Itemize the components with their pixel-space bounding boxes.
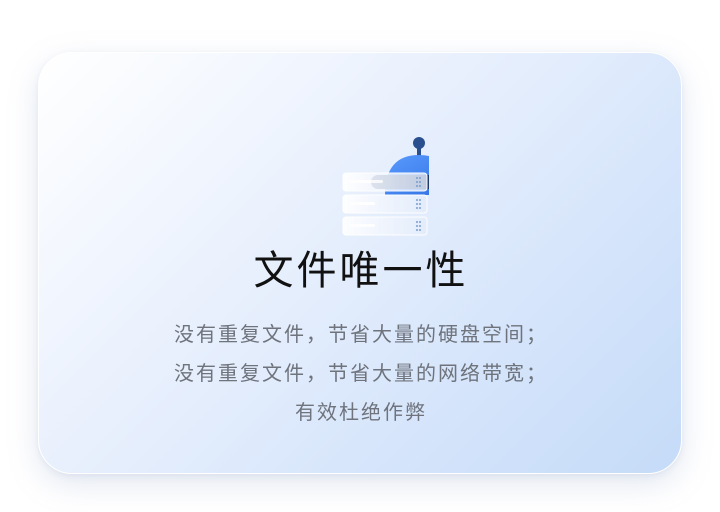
card-description: 没有重复文件，节省大量的硬盘空间； 没有重复文件，节省大量的网络带宽； 有效杜绝… xyxy=(39,315,683,432)
description-line: 没有重复文件，节省大量的网络带宽； xyxy=(174,361,548,385)
card-title: 文件唯一性 xyxy=(253,248,469,294)
description-line: 有效杜绝作弊 xyxy=(295,400,427,424)
server-stack xyxy=(342,172,428,236)
description-line: 没有重复文件，节省大量的硬盘空间； xyxy=(174,322,548,346)
robot-server-icon xyxy=(342,137,429,236)
feature-card: 文件唯一性 没有重复文件，节省大量的硬盘空间； 没有重复文件，节省大量的网络带宽… xyxy=(38,52,682,474)
